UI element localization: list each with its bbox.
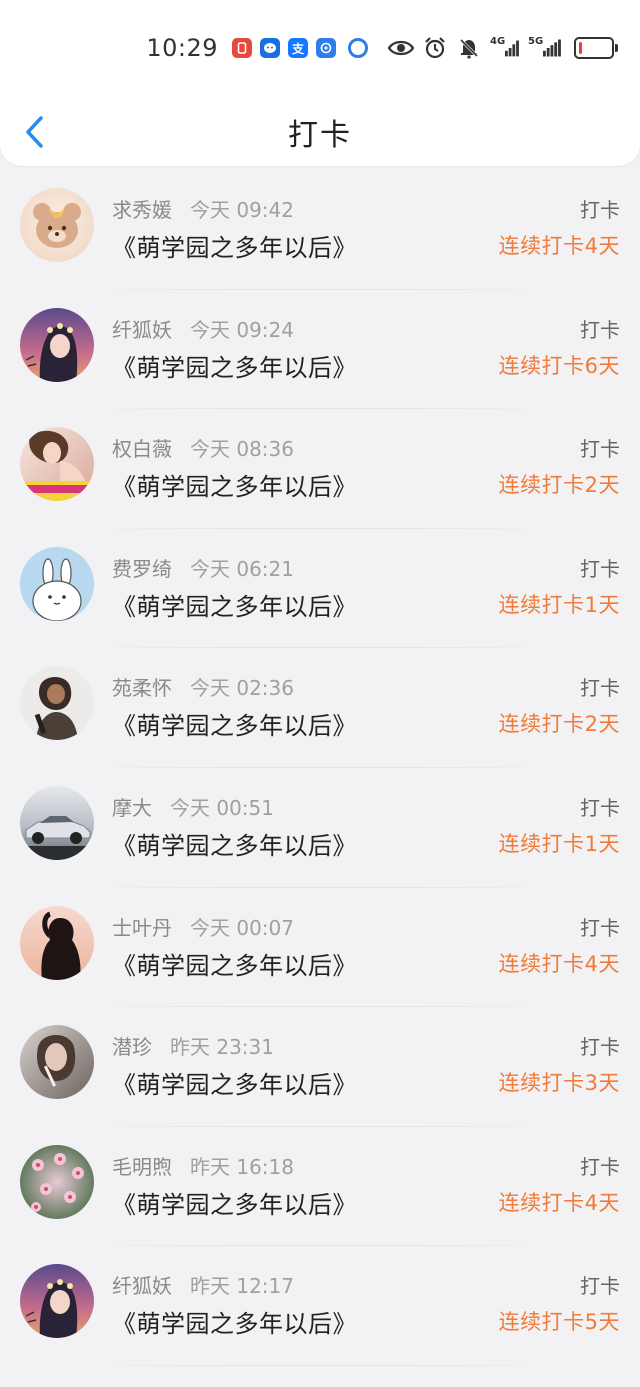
avatar[interactable]: [20, 427, 94, 502]
avatar[interactable]: [20, 905, 94, 980]
avatar[interactable]: [20, 785, 94, 860]
book-title[interactable]: 《萌学园之多年以后》: [112, 706, 357, 741]
battery-icon: [574, 37, 618, 59]
checkin-time: 昨天 23:31: [170, 1035, 274, 1060]
user-meta: 毛明煦 昨天 16:18: [112, 1151, 294, 1180]
avatar[interactable]: [20, 1025, 94, 1100]
checkin-label: 打卡: [580, 795, 620, 820]
user-name[interactable]: 士叶丹: [112, 916, 172, 940]
streak-badge: 连续打卡4天: [498, 234, 620, 258]
checkin-list: 求秀媛 今天 09:42 《萌学园之多年以后》 打卡 连续打卡4天 纤狐妖 今天 09:24…: [0, 170, 640, 1366]
book-title[interactable]: 《萌学园之多年以后》: [112, 1304, 357, 1339]
avatar[interactable]: [20, 666, 94, 741]
user-meta: 苑柔怀 今天 02:36: [112, 672, 294, 701]
streak-badge: 连续打卡4天: [498, 1190, 620, 1215]
user-name[interactable]: 权白薇: [112, 437, 172, 461]
list-item[interactable]: 士叶丹 今天 00:07 《萌学园之多年以后》 打卡连续打卡4天: [0, 888, 640, 1008]
user-meta: 权白薇 今天 08:36: [112, 433, 294, 462]
streak-badge: 连续打卡2天: [498, 473, 620, 498]
eye-icon: [388, 36, 414, 60]
book-title[interactable]: 《萌学园之多年以后》: [112, 348, 357, 383]
avatar[interactable]: [20, 307, 94, 382]
page-title: 打卡: [288, 118, 352, 153]
ring-app-icon: [348, 38, 368, 58]
checkin-time: 今天 09:42: [190, 198, 294, 222]
list-item[interactable]: 潜珍 昨天 23:31 《萌学园之多年以后》 打卡连续打卡3天: [0, 1007, 640, 1127]
user-meta: 摩大 今天 00:51: [112, 792, 274, 821]
checkin-label: 打卡: [580, 198, 620, 222]
checkin-time: 今天 02:36: [190, 676, 294, 701]
book-title[interactable]: 《萌学园之多年以后》: [112, 587, 357, 622]
browser-app-icon: [316, 38, 336, 58]
checkin-label: 打卡: [580, 1154, 620, 1179]
checkin-time: 昨天 16:18: [190, 1154, 294, 1179]
notification-app-icon: [232, 38, 252, 58]
signal-5g-icon: 5G: [528, 36, 562, 60]
list-item[interactable]: 权白薇 今天 08:36 《萌学园之多年以后》 打卡连续打卡2天: [0, 409, 640, 529]
user-name[interactable]: 求秀媛: [112, 198, 172, 222]
list-item[interactable]: 费罗绮 今天 06:21 《萌学园之多年以后》 打卡连续打卡1天: [0, 529, 640, 649]
user-name[interactable]: 潜珍: [112, 1035, 152, 1059]
streak-badge: 连续打卡1天: [498, 831, 620, 856]
book-title[interactable]: 《萌学园之多年以后》: [112, 826, 357, 861]
user-name[interactable]: 摩大: [112, 796, 152, 820]
book-title[interactable]: 《萌学园之多年以后》: [112, 467, 357, 502]
user-name[interactable]: 费罗绮: [112, 557, 172, 581]
list-item[interactable]: 纤狐妖 昨天 12:17 《萌学园之多年以后》 打卡连续打卡5天: [0, 1246, 640, 1366]
streak-badge: 连续打卡5天: [498, 1310, 620, 1335]
user-name[interactable]: 毛明煦: [112, 1155, 172, 1179]
list-item[interactable]: 纤狐妖 今天 09:24 《萌学园之多年以后》 打卡连续打卡6天: [0, 290, 640, 410]
checkin-time: 昨天 12:17: [190, 1274, 294, 1299]
user-meta: 费罗绮 今天 06:21: [112, 553, 294, 582]
checkin-time: 今天 08:36: [190, 437, 294, 462]
checkin-label: 打卡: [580, 317, 620, 342]
list-item[interactable]: 求秀媛 今天 09:42 《萌学园之多年以后》 打卡连续打卡4天: [0, 170, 640, 290]
streak-badge: 连续打卡2天: [498, 712, 620, 737]
checkin-label: 打卡: [580, 1274, 620, 1299]
checkin-label: 打卡: [580, 1035, 620, 1060]
checkin-label: 打卡: [580, 915, 620, 940]
checkin-time: 今天 06:21: [190, 556, 294, 581]
streak-badge: 连续打卡3天: [498, 1071, 620, 1096]
streak-badge: 连续打卡4天: [498, 951, 620, 976]
app-header: 10:29 支 4G 5G 打卡: [0, 0, 640, 166]
book-title[interactable]: 《萌学园之多年以后》: [112, 228, 357, 263]
book-title[interactable]: 《萌学园之多年以后》: [112, 946, 357, 981]
user-name[interactable]: 苑柔怀: [112, 676, 172, 700]
avatar[interactable]: [20, 1144, 94, 1219]
user-meta: 纤狐妖 昨天 12:17: [112, 1270, 294, 1299]
status-time: 10:29: [146, 34, 218, 62]
divider: [112, 1364, 530, 1366]
user-meta: 潜珍 昨天 23:31: [112, 1031, 274, 1060]
checkin-label: 打卡: [580, 556, 620, 581]
checkin-time: 今天 00:51: [170, 795, 274, 820]
list-item[interactable]: 毛明煦 昨天 16:18 《萌学园之多年以后》 打卡连续打卡4天: [0, 1127, 640, 1247]
signal-4g-icon: 4G: [490, 36, 520, 60]
checkin-label: 打卡: [580, 437, 620, 462]
chat-app-icon: [260, 38, 280, 58]
user-name[interactable]: 纤狐妖: [112, 1274, 172, 1298]
avatar[interactable]: [20, 546, 94, 621]
checkin-label: 打卡: [580, 676, 620, 701]
alipay-icon: 支: [288, 38, 308, 58]
streak-badge: 连续打卡6天: [498, 353, 620, 378]
book-title[interactable]: 《萌学园之多年以后》: [112, 1065, 357, 1100]
user-meta: 求秀媛 今天 09:42: [112, 194, 294, 223]
battery-level: [579, 42, 582, 54]
book-title[interactable]: 《萌学园之多年以后》: [112, 1185, 357, 1220]
checkin-time: 今天 00:07: [190, 915, 294, 940]
checkin-time: 今天 09:24: [190, 317, 294, 342]
user-name[interactable]: 纤狐妖: [112, 318, 172, 342]
status-bar: 10:29 支 4G 5G: [146, 28, 618, 68]
avatar[interactable]: [20, 188, 94, 262]
alarm-icon: [422, 36, 448, 60]
list-item[interactable]: 摩大 今天 00:51 《萌学园之多年以后》 打卡连续打卡1天: [0, 768, 640, 888]
user-meta: 纤狐妖 今天 09:24: [112, 314, 294, 343]
streak-badge: 连续打卡1天: [498, 592, 620, 617]
list-item[interactable]: 苑柔怀 今天 02:36 《萌学园之多年以后》 打卡连续打卡2天: [0, 648, 640, 768]
avatar[interactable]: [20, 1264, 94, 1339]
user-meta: 士叶丹 今天 00:07: [112, 912, 294, 941]
mute-bell-icon: [456, 36, 482, 60]
